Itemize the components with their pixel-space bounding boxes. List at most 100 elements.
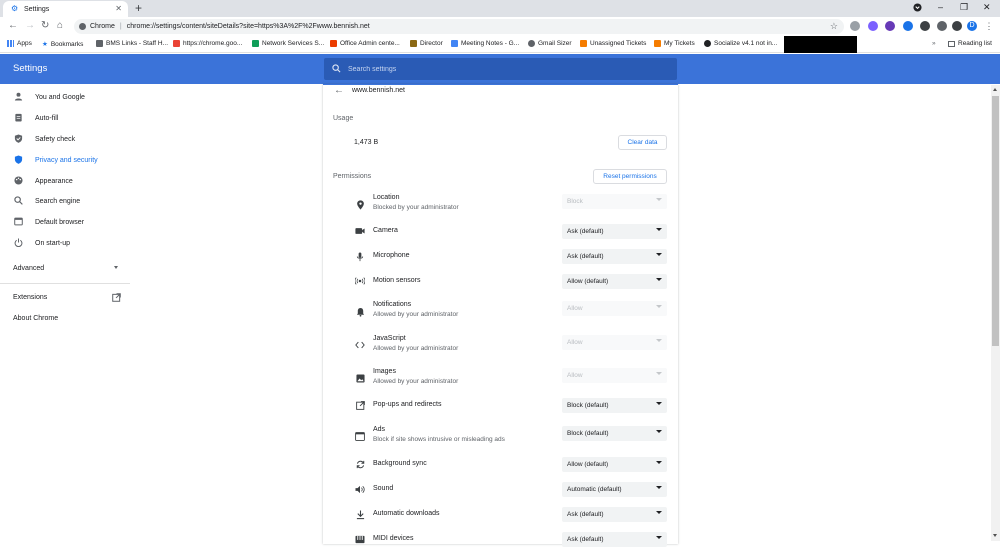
permission-select[interactable]: Automatic (default) — [562, 482, 667, 497]
permission-select[interactable]: Allow (default) — [562, 274, 667, 289]
sidebar-item-safety-check[interactable]: Safety check — [0, 129, 130, 149]
sidebar-advanced[interactable]: Advanced — [0, 258, 130, 278]
permission-select[interactable]: Block (default) — [562, 426, 667, 441]
reset-permissions-button[interactable]: Reset permissions — [593, 169, 667, 184]
permission-row-midi-devices: MIDI devices Ask (default) — [323, 532, 678, 555]
sensors-icon — [354, 277, 366, 287]
scrollbar-thumb[interactable] — [992, 96, 999, 346]
extension-icon[interactable] — [868, 21, 878, 31]
dropdown-arrow-icon — [656, 198, 662, 201]
sidebar-divider — [0, 283, 130, 284]
sidebar-item-you-and-google[interactable]: You and Google — [0, 87, 130, 107]
bookmarks-overflow-icon[interactable]: » — [932, 40, 936, 47]
permission-name: Pop-ups and redirects — [373, 401, 442, 408]
permission-name: JavaScript — [373, 335, 406, 342]
tab-settings[interactable]: ⚙ Settings ✕ — [3, 1, 128, 17]
permission-select[interactable]: Ask (default) — [562, 532, 667, 547]
sidebar-item-default-browser[interactable]: Default browser — [0, 212, 130, 232]
sidebar-item-autofill[interactable]: Auto-fill — [0, 108, 130, 128]
bookmark-favicon-icon — [252, 40, 259, 47]
dropdown-arrow-icon — [656, 536, 662, 539]
url-text: chrome://settings/content/siteDetails?si… — [126, 23, 370, 30]
home-icon[interactable]: ⌂ — [57, 20, 63, 32]
bookmark-item[interactable]: Meeting Notes - G... — [451, 40, 519, 47]
extension-icon[interactable] — [885, 21, 895, 31]
dropdown-arrow-icon — [656, 278, 662, 281]
permission-row-location: Location Blocked by your administrator Blo… — [323, 194, 678, 227]
page-scrollbar[interactable] — [991, 85, 1000, 541]
bookmark-item[interactable]: https://chrome.goo... — [173, 40, 242, 47]
sidebar-item-label: Search engine — [35, 197, 81, 205]
bookmark-item[interactable]: Unassigned Tickets — [580, 40, 646, 47]
permission-row-pop-ups-and-redirects: Pop-ups and redirects Block (default) — [323, 398, 678, 421]
person-icon — [13, 92, 23, 103]
close-tab-icon[interactable]: ✕ — [115, 4, 122, 13]
permission-select[interactable]: Block (default) — [562, 398, 667, 413]
avatar[interactable]: D — [967, 21, 977, 31]
ads-icon — [354, 432, 366, 443]
bookmark-item[interactable]: Gmail Sizer — [528, 40, 572, 47]
maximize-icon[interactable]: ❐ — [960, 2, 968, 13]
permission-subtitle: Blocked by your administrator — [373, 204, 459, 211]
permission-select: Allow — [562, 368, 667, 383]
dropdown-arrow-icon — [656, 430, 662, 433]
permission-name: Notifications — [373, 301, 412, 308]
minimize-icon[interactable]: – — [938, 2, 943, 12]
bookmark-item[interactable]: My Tickets — [654, 40, 695, 47]
page-title: Settings — [13, 63, 48, 74]
sync-icon — [354, 460, 366, 471]
permission-select[interactable]: Allow (default) — [562, 457, 667, 472]
bookmark-star-icon[interactable]: ☆ — [830, 21, 838, 32]
bookmark-item[interactable]: Socialize v4.1 not in... — [704, 40, 777, 47]
bookmark-label: Gmail Sizer — [538, 40, 572, 47]
sidebar-item-appearance[interactable]: Appearance — [0, 171, 130, 191]
menu-icon[interactable]: ⋮ — [984, 21, 994, 31]
permission-select[interactable]: Ask (default) — [562, 224, 667, 239]
permission-select-value: Block (default) — [567, 402, 609, 409]
address-bar[interactable]: Chrome | chrome://settings/content/siteD… — [74, 19, 844, 34]
permission-name: Motion sensors — [373, 277, 421, 284]
back-arrow-icon[interactable]: ← — [334, 85, 344, 96]
sidebar-item-on-startup[interactable]: On start-up — [0, 233, 130, 253]
reading-list-button[interactable]: Reading list — [948, 40, 992, 47]
bookmark-item[interactable]: Office Admin cente... — [330, 40, 400, 47]
sidebar-item-label: You and Google — [35, 93, 85, 101]
extension-icon[interactable] — [850, 21, 860, 31]
search-box[interactable] — [324, 58, 677, 80]
close-window-icon[interactable]: ✕ — [983, 2, 991, 13]
bookmark-label: https://chrome.goo... — [183, 40, 243, 47]
puzzle-icon[interactable] — [920, 21, 930, 31]
sidebar-item-privacy-and-security[interactable]: Privacy and security — [0, 150, 130, 170]
forward-icon[interactable]: → — [25, 20, 35, 32]
back-icon[interactable]: ← — [8, 20, 18, 32]
shield-check-icon — [13, 133, 23, 145]
sidebar-about-chrome[interactable]: About Chrome — [0, 308, 130, 328]
new-tab-button[interactable]: + — [135, 1, 142, 15]
search-input[interactable] — [348, 65, 648, 73]
bookmark-item[interactable]: Network Services S... — [252, 40, 324, 47]
permission-select: Allow — [562, 301, 667, 316]
permission-subtitle: Allowed by your administrator — [373, 378, 459, 385]
scroll-up-arrow-icon[interactable] — [993, 88, 997, 91]
dropdown-arrow-icon — [656, 305, 662, 308]
clear-data-button[interactable]: Clear data — [618, 135, 667, 150]
extension-icon[interactable] — [937, 21, 947, 31]
bookmark-item[interactable]: Director — [410, 40, 443, 47]
popup-icon — [354, 401, 366, 412]
permission-select[interactable]: Ask (default) — [562, 249, 667, 264]
reload-icon[interactable]: ↻ — [41, 20, 49, 32]
permission-select: Block — [562, 194, 667, 209]
bookmark-apps[interactable]: Apps — [7, 40, 32, 47]
bookmark-item[interactable]: ★ Bookmarks — [42, 40, 83, 49]
bookmark-item[interactable]: BMS Links - Staff H... — [96, 40, 168, 47]
extension-icon[interactable] — [903, 21, 913, 31]
scroll-down-arrow-icon[interactable] — [993, 534, 997, 537]
tab-title: Settings — [24, 5, 50, 13]
sidebar-extensions[interactable]: Extensions — [0, 287, 130, 307]
permission-name: Background sync — [373, 460, 427, 467]
cast-icon[interactable] — [952, 21, 962, 31]
permission-subtitle: Allowed by your administrator — [373, 311, 459, 318]
profile-menu-icon[interactable] — [913, 3, 922, 14]
sidebar-item-search-engine[interactable]: Search engine — [0, 191, 130, 211]
permission-select[interactable]: Ask (default) — [562, 507, 667, 522]
